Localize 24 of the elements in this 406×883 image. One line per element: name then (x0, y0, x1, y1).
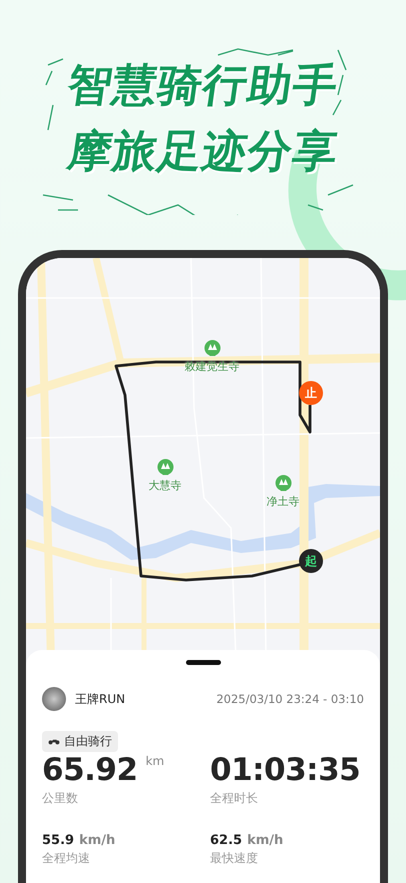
stat-label: 最快速度 (210, 850, 259, 867)
headline-text: 智慧骑行助手 (64, 59, 342, 113)
stat-value: 62.5 (210, 833, 242, 848)
stat-label: 公里数 (42, 790, 79, 807)
stat-unit: km (146, 754, 164, 768)
avatar-icon (42, 687, 66, 711)
time-range: 2025/03/10 23:24 - 03:10 (216, 692, 364, 706)
stat-unit: km/h (79, 833, 116, 848)
stat-value: 01:03:35 (210, 752, 360, 788)
place-label: 敕建觉生寺 (184, 360, 240, 373)
user-name: 王牌RUN (75, 690, 126, 708)
place-label: 大慧寺 (148, 479, 182, 492)
stat-unit: km/h (247, 833, 284, 848)
drag-handle[interactable] (186, 660, 220, 665)
end-marker: 止 (299, 381, 323, 405)
stat-value: 55.9 (42, 833, 74, 848)
stat-label: 全程时长 (210, 790, 259, 807)
stat-label: 全程均速 (42, 850, 91, 867)
ride-mode-label: 自由骑行 (64, 733, 112, 750)
place-label: 净土寺 (266, 495, 300, 508)
start-marker: 起 (299, 549, 323, 573)
motorcycle-icon (48, 738, 60, 745)
stat-value: 65.92 (42, 752, 138, 788)
headline-text: 摩旅足迹分享 (64, 125, 342, 179)
